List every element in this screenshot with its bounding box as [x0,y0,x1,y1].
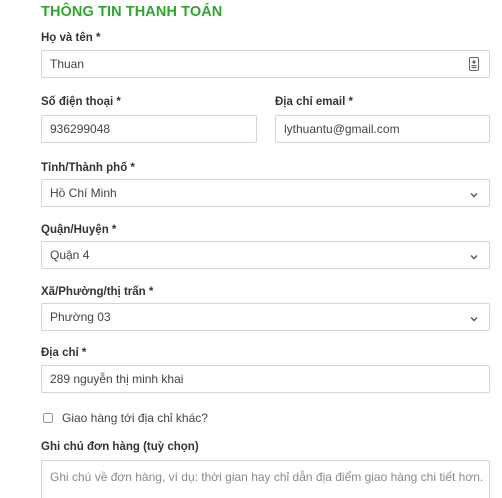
order-notes-textarea[interactable]: Ghi chú về đơn hàng, ví dụ: thời gian ha… [41,460,490,498]
section-title: THÔNG TIN THANH TOÁN [41,4,223,20]
ship-different-checkbox[interactable] [43,413,53,423]
address-input[interactable]: 289 nguyễn thị minh khai [41,365,490,393]
district-value: Quận 4 [50,248,90,262]
full-name-label: Họ và tên * [41,32,101,44]
order-notes-placeholder: Ghi chú về đơn hàng, ví dụ: thời gian ha… [50,470,484,484]
province-select[interactable]: Hồ Chí Minh [41,179,490,207]
phone-value: 936299048 [50,122,111,136]
order-notes-label: Ghi chú đơn hàng (tuỳ chọn) [41,441,199,453]
billing-form: THÔNG TIN THANH TOÁN Họ và tên * Thuan S… [0,0,502,498]
phone-label: Số điện thoại * [41,96,121,108]
email-label: Địa chỉ email * [275,96,353,108]
chevron-down-icon [469,189,479,199]
province-label: Tỉnh/Thành phố * [41,162,135,174]
ward-label: Xã/Phường/thị trấn * [41,286,154,298]
email-value: lythuantu@gmail.com [284,122,400,136]
chevron-down-icon [469,313,479,323]
province-value: Hồ Chí Minh [50,186,117,200]
phone-input[interactable]: 936299048 [41,115,257,143]
district-label: Quận/Huyện * [41,224,117,236]
district-select[interactable]: Quận 4 [41,241,490,269]
full-name-value: Thuan [50,57,85,71]
address-value: 289 nguyễn thị minh khai [50,372,184,386]
contact-card-icon[interactable] [469,57,479,71]
ship-different-label[interactable]: Giao hàng tới địa chỉ khác? [62,411,208,425]
full-name-input[interactable]: Thuan [41,50,490,78]
ward-select[interactable]: Phường 03 [41,303,490,331]
ward-value: Phường 03 [50,310,111,324]
address-label: Địa chỉ * [41,347,87,359]
email-input[interactable]: lythuantu@gmail.com [275,115,490,143]
chevron-down-icon [469,251,479,261]
